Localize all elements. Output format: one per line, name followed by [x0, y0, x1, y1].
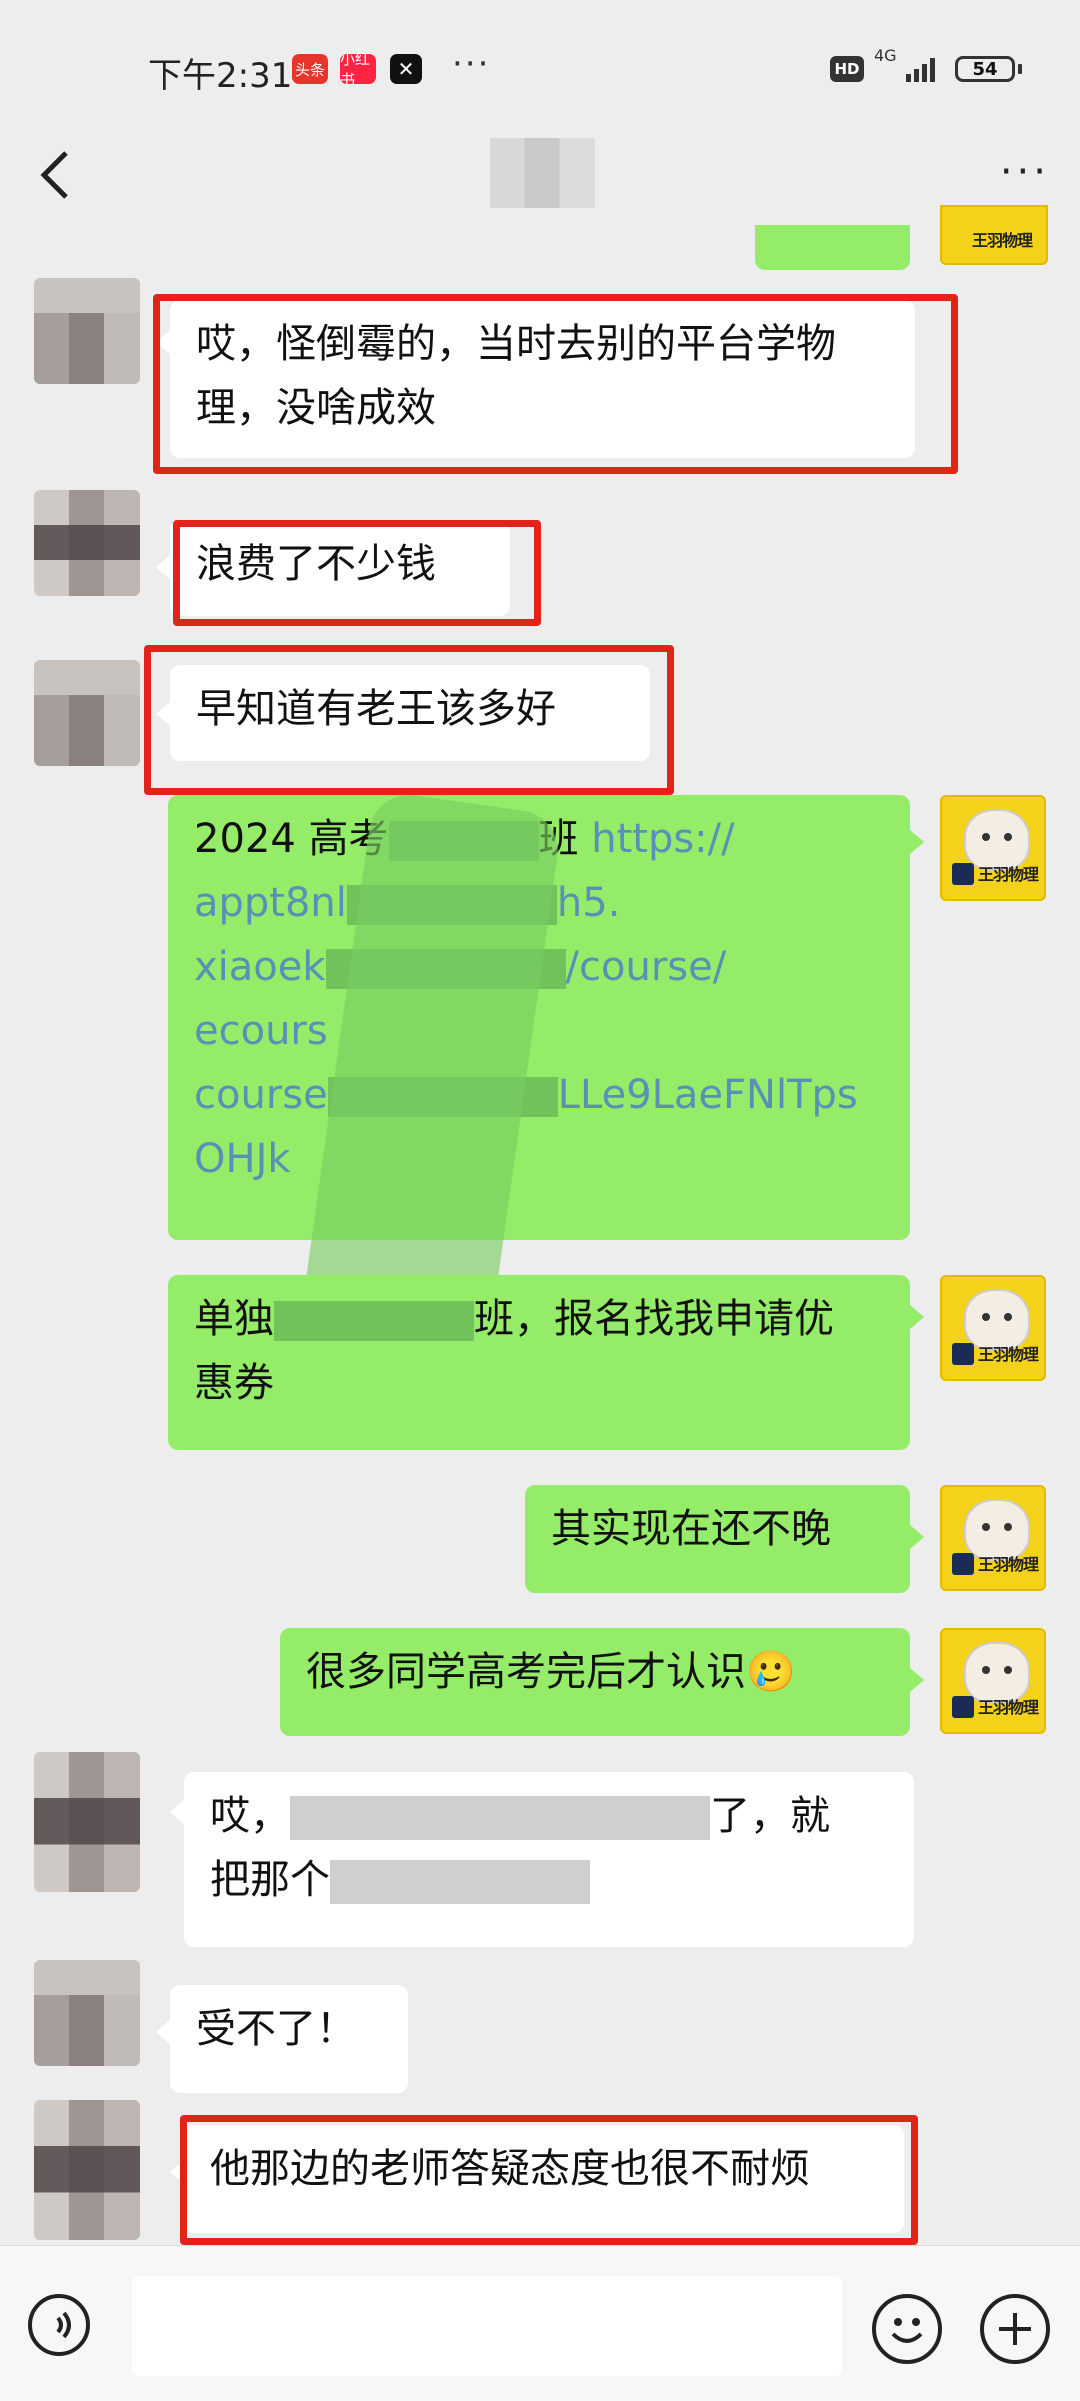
redacted-block [330, 1860, 590, 1904]
contact-avatar[interactable] [34, 1960, 140, 2066]
brand-logo-icon [952, 1696, 974, 1718]
message-bubble[interactable]: 很多同学高考完后才认识🥲 [280, 1628, 910, 1736]
chat-title-blurred [490, 138, 595, 208]
message-bubble[interactable]: 他那边的老师答疑态度也很不耐烦 [184, 2125, 904, 2233]
message-text: 很多同学高考完后才认识🥲 [306, 1649, 796, 1695]
sender-avatar[interactable]: 王羽物理 [940, 205, 1048, 265]
bubble-tail [156, 330, 170, 354]
bubble-tail [910, 1305, 924, 1329]
contact-avatar[interactable] [34, 660, 140, 766]
brand-logo-icon [952, 1553, 974, 1575]
bubble-tail [156, 2020, 170, 2044]
link-text[interactable]: ecours [194, 1008, 328, 1054]
message-bubble-partial[interactable] [755, 225, 910, 270]
sender-avatar[interactable]: 王羽物理 [940, 1485, 1046, 1591]
message-text: 把那个 [210, 1857, 330, 1903]
bubble-tail [910, 1668, 924, 1692]
bubble-tail [170, 1800, 184, 1824]
voice-input-icon[interactable] [28, 2294, 90, 2356]
link-text[interactable]: appt8nl [194, 880, 347, 926]
bubble-tail [156, 702, 170, 726]
link-text[interactable]: xiaoek [194, 944, 326, 990]
status-time: 下午2:31 [148, 56, 293, 96]
add-attachment-icon[interactable] [980, 2294, 1050, 2364]
back-arrow-icon[interactable] [36, 145, 76, 205]
contact-avatar[interactable] [34, 2100, 140, 2240]
link-text[interactable]: https:// [591, 816, 734, 862]
message-text: 2024 高考 [194, 816, 389, 862]
message-text: 其实现在还不晚 [551, 1506, 831, 1552]
message-text: 了，就 [710, 1793, 830, 1839]
battery-tip [1018, 64, 1022, 74]
status-more-dots: ··· [452, 44, 491, 84]
sender-avatar[interactable]: 王羽物理 [940, 795, 1046, 901]
message-text: 他那边的老师答疑态度也很不耐烦 [210, 2146, 810, 2192]
message-input[interactable] [132, 2276, 842, 2376]
redacted-block [290, 1796, 710, 1840]
brand-logo-icon [952, 1343, 974, 1365]
link-text[interactable]: LLe9LaeFNlTps [558, 1072, 858, 1118]
toutiao-badge-icon: 头条 [292, 54, 328, 84]
network-type: 4G [874, 46, 897, 65]
brand-logo-icon [952, 863, 974, 885]
status-bar: 下午2:31 头条 小红书 ✕ ··· HD 4G 54 [0, 0, 1080, 135]
contact-avatar[interactable] [34, 490, 140, 596]
message-bubble[interactable]: 早知道有老王该多好 [170, 665, 650, 761]
message-bubble[interactable]: 浪费了不少钱 [170, 520, 510, 616]
message-text: 哎，怪倒霉的，当时去别的平台学物理，没啥成效 [196, 321, 836, 431]
message-bubble[interactable]: 受不了！ [170, 1985, 408, 2093]
emoji-icon[interactable] [872, 2294, 942, 2364]
link-text[interactable]: /course/ [566, 944, 727, 990]
redacted-block [274, 1301, 474, 1341]
link-text[interactable]: course [194, 1072, 328, 1118]
message-text: 受不了！ [196, 2006, 356, 2052]
bubble-tail [156, 555, 170, 579]
xiaohongshu-badge-icon: 小红书 [340, 50, 376, 89]
hd-icon: HD [830, 56, 864, 82]
link-text[interactable]: h5. [557, 880, 621, 926]
message-bubble[interactable]: 哎，怪倒霉的，当时去别的平台学物理，没啥成效 [170, 300, 915, 458]
contact-avatar[interactable] [34, 1752, 140, 1892]
more-options-icon[interactable]: ··· [1000, 149, 1050, 195]
link-text[interactable]: OHJk [194, 1136, 291, 1182]
contact-avatar[interactable] [34, 278, 140, 384]
bubble-tail [170, 2160, 184, 2184]
message-text: 惠券 [194, 1360, 274, 1406]
battery-icon: 54 [955, 56, 1015, 82]
chat-header: ··· [0, 135, 1080, 235]
message-text: 早知道有老王该多好 [196, 686, 556, 732]
message-text: 浪费了不少钱 [196, 541, 436, 587]
message-bubble[interactable]: 单独 班，报名找我申请优 惠券 [168, 1275, 910, 1450]
bubble-tail [910, 1525, 924, 1549]
message-bubble[interactable]: 哎， 了，就 把那个 [184, 1772, 914, 1947]
bubble-tail [910, 830, 924, 854]
sender-avatar[interactable]: 王羽物理 [940, 1628, 1046, 1734]
message-text: 单独 [194, 1296, 274, 1342]
message-text: 哎， [210, 1793, 290, 1839]
capcut-icon: ✕ [390, 54, 422, 84]
sender-avatar[interactable]: 王羽物理 [940, 1275, 1046, 1381]
signal-icon [906, 58, 935, 82]
message-bubble[interactable]: 其实现在还不晚 [525, 1485, 910, 1593]
input-bar [0, 2245, 1080, 2401]
message-text: 班，报名找我申请优 [474, 1296, 834, 1342]
